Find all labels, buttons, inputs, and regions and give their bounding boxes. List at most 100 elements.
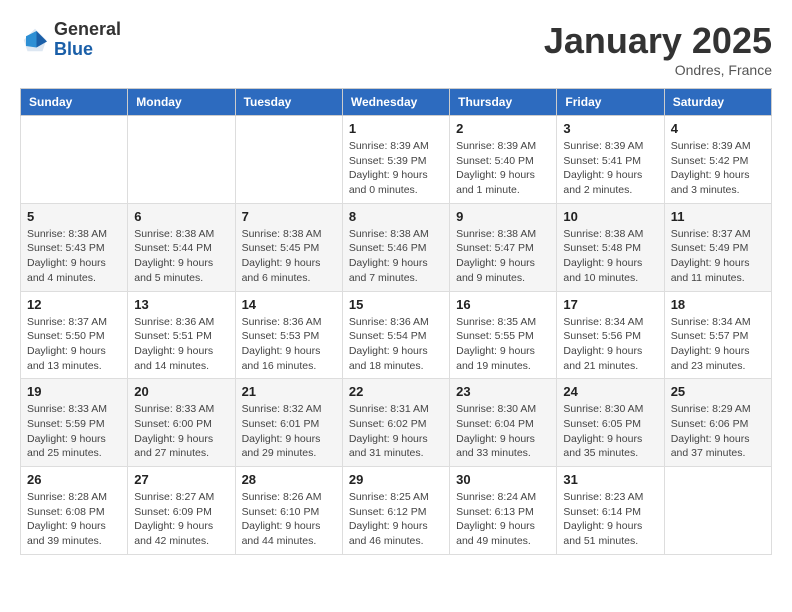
- day-info: Sunrise: 8:32 AMSunset: 6:01 PMDaylight:…: [242, 402, 336, 461]
- calendar-cell: [21, 116, 128, 204]
- day-info: Sunrise: 8:35 AMSunset: 5:55 PMDaylight:…: [456, 315, 550, 374]
- day-number: 16: [456, 297, 550, 312]
- calendar-cell: 18 Sunrise: 8:34 AMSunset: 5:57 PMDayligh…: [664, 291, 771, 379]
- day-number: 20: [134, 384, 228, 399]
- day-info: Sunrise: 8:30 AMSunset: 6:05 PMDaylight:…: [563, 402, 657, 461]
- calendar-cell: 7 Sunrise: 8:38 AMSunset: 5:45 PMDaylight…: [235, 203, 342, 291]
- week-row-2: 5Sunrise: 8:38 AMSunset: 5:43 PMDaylight…: [21, 203, 772, 291]
- day-number: 22: [349, 384, 443, 399]
- day-number: 31: [563, 472, 657, 487]
- calendar-cell: 4 Sunrise: 8:39 AMSunset: 5:42 PMDaylight…: [664, 116, 771, 204]
- day-info: Sunrise: 8:39 AMSunset: 5:39 PMDaylight:…: [349, 139, 443, 198]
- day-info: Sunrise: 8:31 AMSunset: 6:02 PMDaylight:…: [349, 402, 443, 461]
- day-number: 6: [134, 209, 228, 224]
- day-number: 21: [242, 384, 336, 399]
- day-info: Sunrise: 8:27 AMSunset: 6:09 PMDaylight:…: [134, 490, 228, 549]
- calendar-cell: 25Sunrise: 8:29 AMSunset: 6:06 PMDayligh…: [664, 379, 771, 467]
- weekday-header-monday: Monday: [128, 89, 235, 116]
- calendar-cell: 30Sunrise: 8:24 AMSunset: 6:13 PMDayligh…: [450, 467, 557, 555]
- calendar-cell: 15Sunrise: 8:36 AMSunset: 5:54 PMDayligh…: [342, 291, 449, 379]
- day-info: Sunrise: 8:38 AMSunset: 5:45 PMDaylight:…: [242, 227, 336, 286]
- calendar-cell: 14 Sunrise: 8:36 AMSunset: 5:53 PMDayligh…: [235, 291, 342, 379]
- calendar-cell: 27Sunrise: 8:27 AMSunset: 6:09 PMDayligh…: [128, 467, 235, 555]
- calendar-cell: 19Sunrise: 8:33 AMSunset: 5:59 PMDayligh…: [21, 379, 128, 467]
- day-info: Sunrise: 8:38 AMSunset: 5:44 PMDaylight:…: [134, 227, 228, 286]
- day-number: 9: [456, 209, 550, 224]
- calendar-cell: 6 Sunrise: 8:38 AMSunset: 5:44 PMDaylight…: [128, 203, 235, 291]
- weekday-header-friday: Friday: [557, 89, 664, 116]
- day-info: Sunrise: 8:36 AMSunset: 5:53 PMDaylight:…: [242, 315, 336, 374]
- day-info: Sunrise: 8:38 AMSunset: 5:47 PMDaylight:…: [456, 227, 550, 286]
- day-number: 18: [671, 297, 765, 312]
- day-info: Sunrise: 8:39 AMSunset: 5:40 PMDaylight:…: [456, 139, 550, 198]
- day-info: Sunrise: 8:24 AMSunset: 6:13 PMDaylight:…: [456, 490, 550, 549]
- month-title: January 2025: [544, 20, 772, 62]
- calendar-cell: 22 Sunrise: 8:31 AMSunset: 6:02 PMDayligh…: [342, 379, 449, 467]
- week-row-1: 1 Sunrise: 8:39 AMSunset: 5:39 PMDaylight…: [21, 116, 772, 204]
- day-number: 2: [456, 121, 550, 136]
- calendar-cell: 5Sunrise: 8:38 AMSunset: 5:43 PMDaylight…: [21, 203, 128, 291]
- week-row-4: 19Sunrise: 8:33 AMSunset: 5:59 PMDayligh…: [21, 379, 772, 467]
- day-number: 28: [242, 472, 336, 487]
- day-info: Sunrise: 8:28 AMSunset: 6:08 PMDaylight:…: [27, 490, 121, 549]
- day-info: Sunrise: 8:33 AMSunset: 6:00 PMDaylight:…: [134, 402, 228, 461]
- calendar-table: SundayMondayTuesdayWednesdayThursdayFrid…: [20, 88, 772, 555]
- day-info: Sunrise: 8:29 AMSunset: 6:06 PMDaylight:…: [671, 402, 765, 461]
- day-number: 23: [456, 384, 550, 399]
- day-number: 4: [671, 121, 765, 136]
- calendar-cell: 9 Sunrise: 8:38 AMSunset: 5:47 PMDaylight…: [450, 203, 557, 291]
- calendar-cell: [235, 116, 342, 204]
- week-row-5: 26Sunrise: 8:28 AMSunset: 6:08 PMDayligh…: [21, 467, 772, 555]
- day-number: 11: [671, 209, 765, 224]
- calendar-cell: 2 Sunrise: 8:39 AMSunset: 5:40 PMDaylight…: [450, 116, 557, 204]
- day-number: 3: [563, 121, 657, 136]
- logo-text: General Blue: [54, 20, 121, 60]
- calendar-cell: 10Sunrise: 8:38 AMSunset: 5:48 PMDayligh…: [557, 203, 664, 291]
- weekday-header-thursday: Thursday: [450, 89, 557, 116]
- day-info: Sunrise: 8:25 AMSunset: 6:12 PMDaylight:…: [349, 490, 443, 549]
- weekday-header-sunday: Sunday: [21, 89, 128, 116]
- weekday-header-tuesday: Tuesday: [235, 89, 342, 116]
- calendar-cell: 23 Sunrise: 8:30 AMSunset: 6:04 PMDayligh…: [450, 379, 557, 467]
- day-info: Sunrise: 8:38 AMSunset: 5:43 PMDaylight:…: [27, 227, 121, 286]
- location-subtitle: Ondres, France: [544, 62, 772, 78]
- day-info: Sunrise: 8:34 AMSunset: 5:57 PMDaylight:…: [671, 315, 765, 374]
- day-info: Sunrise: 8:36 AMSunset: 5:54 PMDaylight:…: [349, 315, 443, 374]
- day-info: Sunrise: 8:38 AMSunset: 5:48 PMDaylight:…: [563, 227, 657, 286]
- day-info: Sunrise: 8:38 AMSunset: 5:46 PMDaylight:…: [349, 227, 443, 286]
- day-number: 8: [349, 209, 443, 224]
- calendar-cell: 20 Sunrise: 8:33 AMSunset: 6:00 PMDayligh…: [128, 379, 235, 467]
- calendar-cell: 1 Sunrise: 8:39 AMSunset: 5:39 PMDaylight…: [342, 116, 449, 204]
- day-number: 1: [349, 121, 443, 136]
- logo-general: General: [54, 20, 121, 40]
- page-header: General Blue January 2025 Ondres, France: [20, 20, 772, 78]
- day-number: 17: [563, 297, 657, 312]
- calendar-cell: 26Sunrise: 8:28 AMSunset: 6:08 PMDayligh…: [21, 467, 128, 555]
- calendar-cell: 13Sunrise: 8:36 AMSunset: 5:51 PMDayligh…: [128, 291, 235, 379]
- day-number: 7: [242, 209, 336, 224]
- day-info: Sunrise: 8:23 AMSunset: 6:14 PMDaylight:…: [563, 490, 657, 549]
- calendar-cell: 16 Sunrise: 8:35 AMSunset: 5:55 PMDayligh…: [450, 291, 557, 379]
- logo-icon: [20, 25, 50, 55]
- day-info: Sunrise: 8:26 AMSunset: 6:10 PMDaylight:…: [242, 490, 336, 549]
- day-number: 24: [563, 384, 657, 399]
- calendar-cell: 11 Sunrise: 8:37 AMSunset: 5:49 PMDayligh…: [664, 203, 771, 291]
- calendar-cell: 29Sunrise: 8:25 AMSunset: 6:12 PMDayligh…: [342, 467, 449, 555]
- weekday-header-wednesday: Wednesday: [342, 89, 449, 116]
- day-info: Sunrise: 8:37 AMSunset: 5:49 PMDaylight:…: [671, 227, 765, 286]
- day-number: 14: [242, 297, 336, 312]
- calendar-cell: [664, 467, 771, 555]
- day-info: Sunrise: 8:39 AMSunset: 5:42 PMDaylight:…: [671, 139, 765, 198]
- calendar-cell: 8 Sunrise: 8:38 AMSunset: 5:46 PMDaylight…: [342, 203, 449, 291]
- calendar-cell: 28 Sunrise: 8:26 AMSunset: 6:10 PMDayligh…: [235, 467, 342, 555]
- calendar-cell: [128, 116, 235, 204]
- logo-blue: Blue: [54, 40, 121, 60]
- day-info: Sunrise: 8:34 AMSunset: 5:56 PMDaylight:…: [563, 315, 657, 374]
- day-info: Sunrise: 8:33 AMSunset: 5:59 PMDaylight:…: [27, 402, 121, 461]
- day-number: 12: [27, 297, 121, 312]
- calendar-body: 1 Sunrise: 8:39 AMSunset: 5:39 PMDaylight…: [21, 116, 772, 555]
- day-info: Sunrise: 8:39 AMSunset: 5:41 PMDaylight:…: [563, 139, 657, 198]
- calendar-cell: 21 Sunrise: 8:32 AMSunset: 6:01 PMDayligh…: [235, 379, 342, 467]
- day-number: 13: [134, 297, 228, 312]
- day-info: Sunrise: 8:30 AMSunset: 6:04 PMDaylight:…: [456, 402, 550, 461]
